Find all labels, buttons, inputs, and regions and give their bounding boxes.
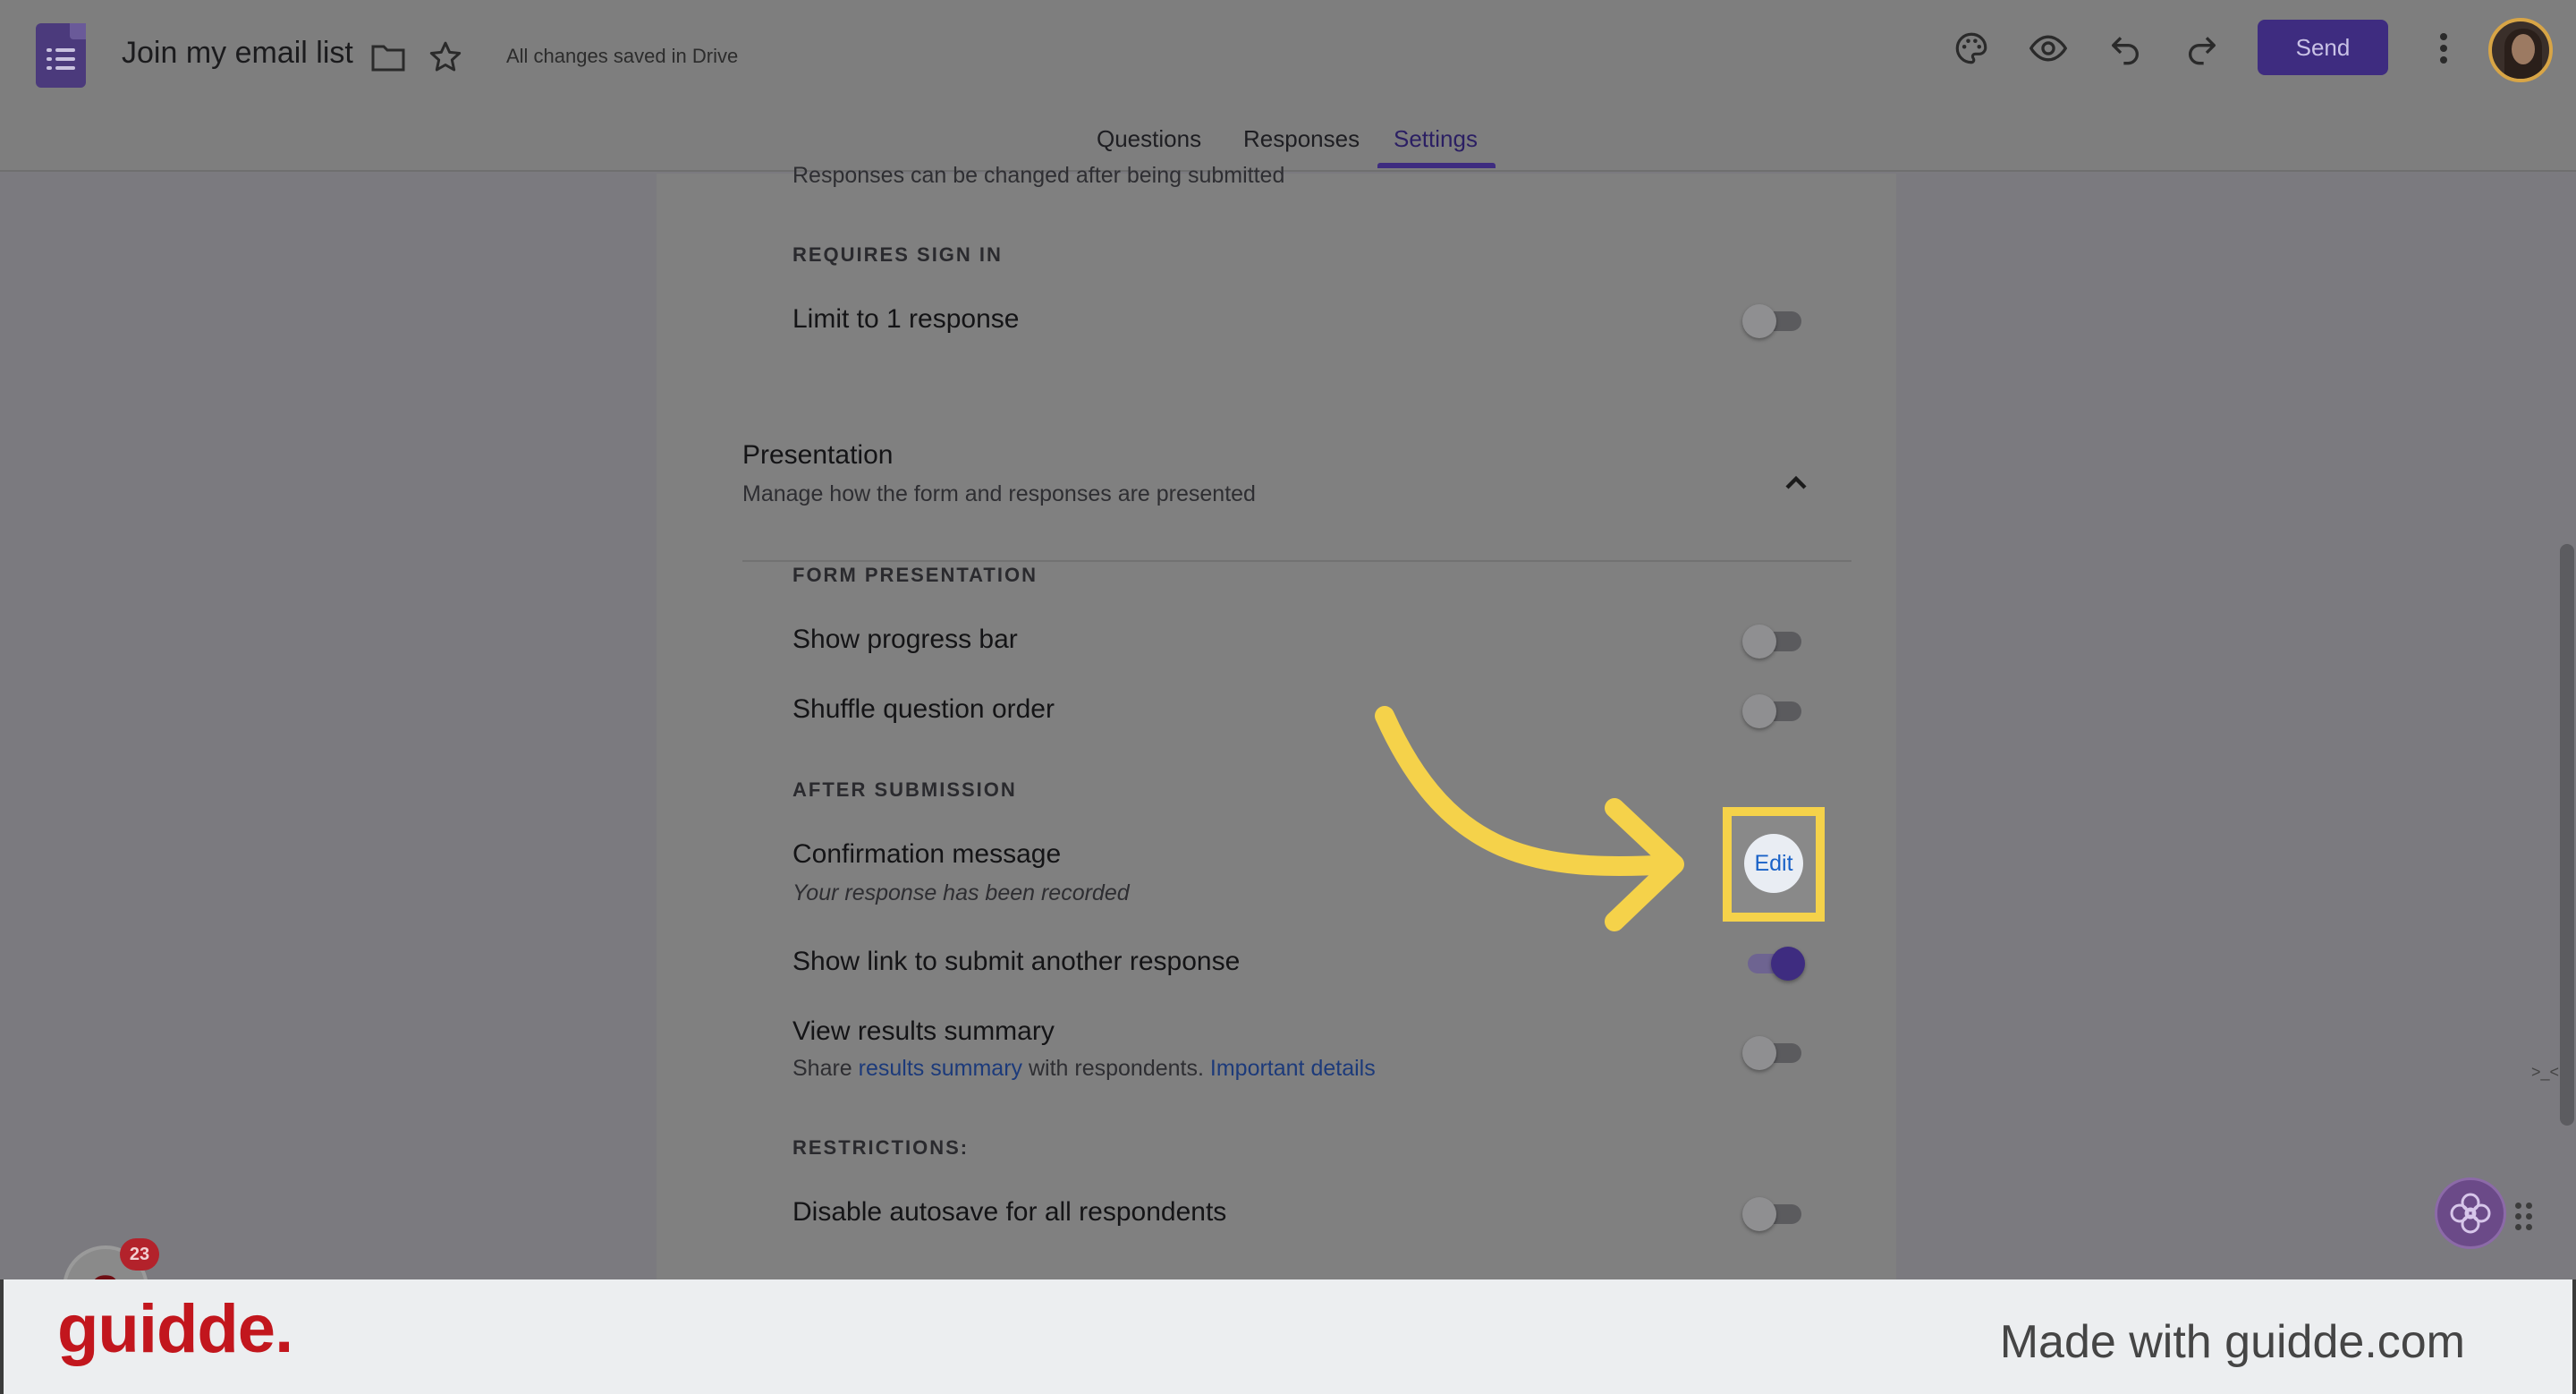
requires-sign-in-caption: REQUIRES SIGN IN [792, 243, 1003, 266]
confirmation-message-value: Your response has been recorded [792, 880, 1130, 905]
show-progress-bar-toggle[interactable] [1742, 619, 1807, 660]
active-tab-indicator [1377, 163, 1496, 168]
shuffle-question-order-toggle[interactable] [1742, 689, 1807, 730]
confirmation-message-label: Confirmation message [792, 839, 1062, 869]
presentation-subtitle: Manage how the form and responses are pr… [742, 481, 1256, 506]
tab-questions[interactable]: Questions [1097, 125, 1201, 153]
show-link-another-response-toggle[interactable] [1742, 941, 1807, 982]
disable-autosave-toggle[interactable] [1742, 1192, 1807, 1233]
notification-count-badge: 23 [120, 1238, 159, 1271]
guidde-logo: guidde. [57, 1291, 293, 1367]
undo-icon[interactable] [2102, 25, 2148, 72]
settings-card: Responses can be changed after being sub… [657, 163, 1896, 1279]
presentation-heading: Presentation [742, 440, 894, 470]
save-status: All changes saved in Drive [506, 45, 739, 67]
show-progress-bar-label: Show progress bar [792, 625, 1018, 654]
tab-settings[interactable]: Settings [1394, 125, 1478, 153]
guidde-footer: guidde. Made with guidde.com [0, 1279, 2576, 1394]
app-header: Join my email list All changes saved in … [0, 0, 2576, 172]
star-icon[interactable] [422, 34, 469, 81]
preview-eye-icon[interactable] [2025, 25, 2072, 72]
results-summary-link[interactable]: results summary [859, 1056, 1022, 1081]
more-vert-icon[interactable] [2420, 25, 2467, 72]
tab-responses[interactable]: Responses [1243, 125, 1360, 153]
document-title[interactable]: Join my email list [122, 36, 353, 71]
form-presentation-caption: FORM PRESENTATION [792, 564, 1038, 586]
limit-one-response-toggle[interactable] [1742, 299, 1807, 340]
restrictions-caption: RESTRICTIONS: [792, 1136, 970, 1159]
page-scrollbar[interactable] [2560, 544, 2574, 1126]
edit-highlight-frame: Edit [1723, 807, 1825, 922]
shuffle-question-order-label: Shuffle question order [792, 694, 1055, 724]
made-with-text: Made with guidde.com [1999, 1316, 2465, 1368]
disable-autosave-label: Disable autosave for all respondents [792, 1197, 1227, 1227]
after-submission-caption: AFTER SUBMISSION [792, 778, 1017, 801]
section-divider [742, 560, 1852, 562]
chevron-up-icon[interactable] [1778, 465, 1814, 501]
palette-icon[interactable] [1948, 25, 1995, 72]
edit-confirmation-button[interactable]: Edit [1744, 834, 1803, 893]
view-results-summary-desc: Share results summary with respondents. … [792, 1056, 1376, 1081]
redo-icon[interactable] [2179, 25, 2225, 72]
important-details-link[interactable]: Important details [1210, 1056, 1376, 1081]
view-results-summary-label: View results summary [792, 1016, 1055, 1046]
show-link-another-response-label: Show link to submit another response [792, 947, 1241, 976]
side-hint-text: >_< [2531, 1063, 2560, 1081]
drag-handle-icon[interactable] [2515, 1203, 2533, 1231]
form-tabs: Questions Responses Settings [0, 125, 2576, 172]
send-button[interactable]: Send [2258, 20, 2388, 75]
google-forms-logo-icon[interactable] [36, 23, 86, 88]
view-results-summary-toggle[interactable] [1742, 1031, 1807, 1072]
flower-extension-icon[interactable] [2435, 1177, 2506, 1249]
folder-icon[interactable] [365, 34, 411, 81]
responses-editable-desc: Responses can be changed after being sub… [792, 163, 1285, 188]
limit-one-response-label: Limit to 1 response [792, 304, 1020, 334]
user-avatar[interactable] [2488, 18, 2553, 82]
